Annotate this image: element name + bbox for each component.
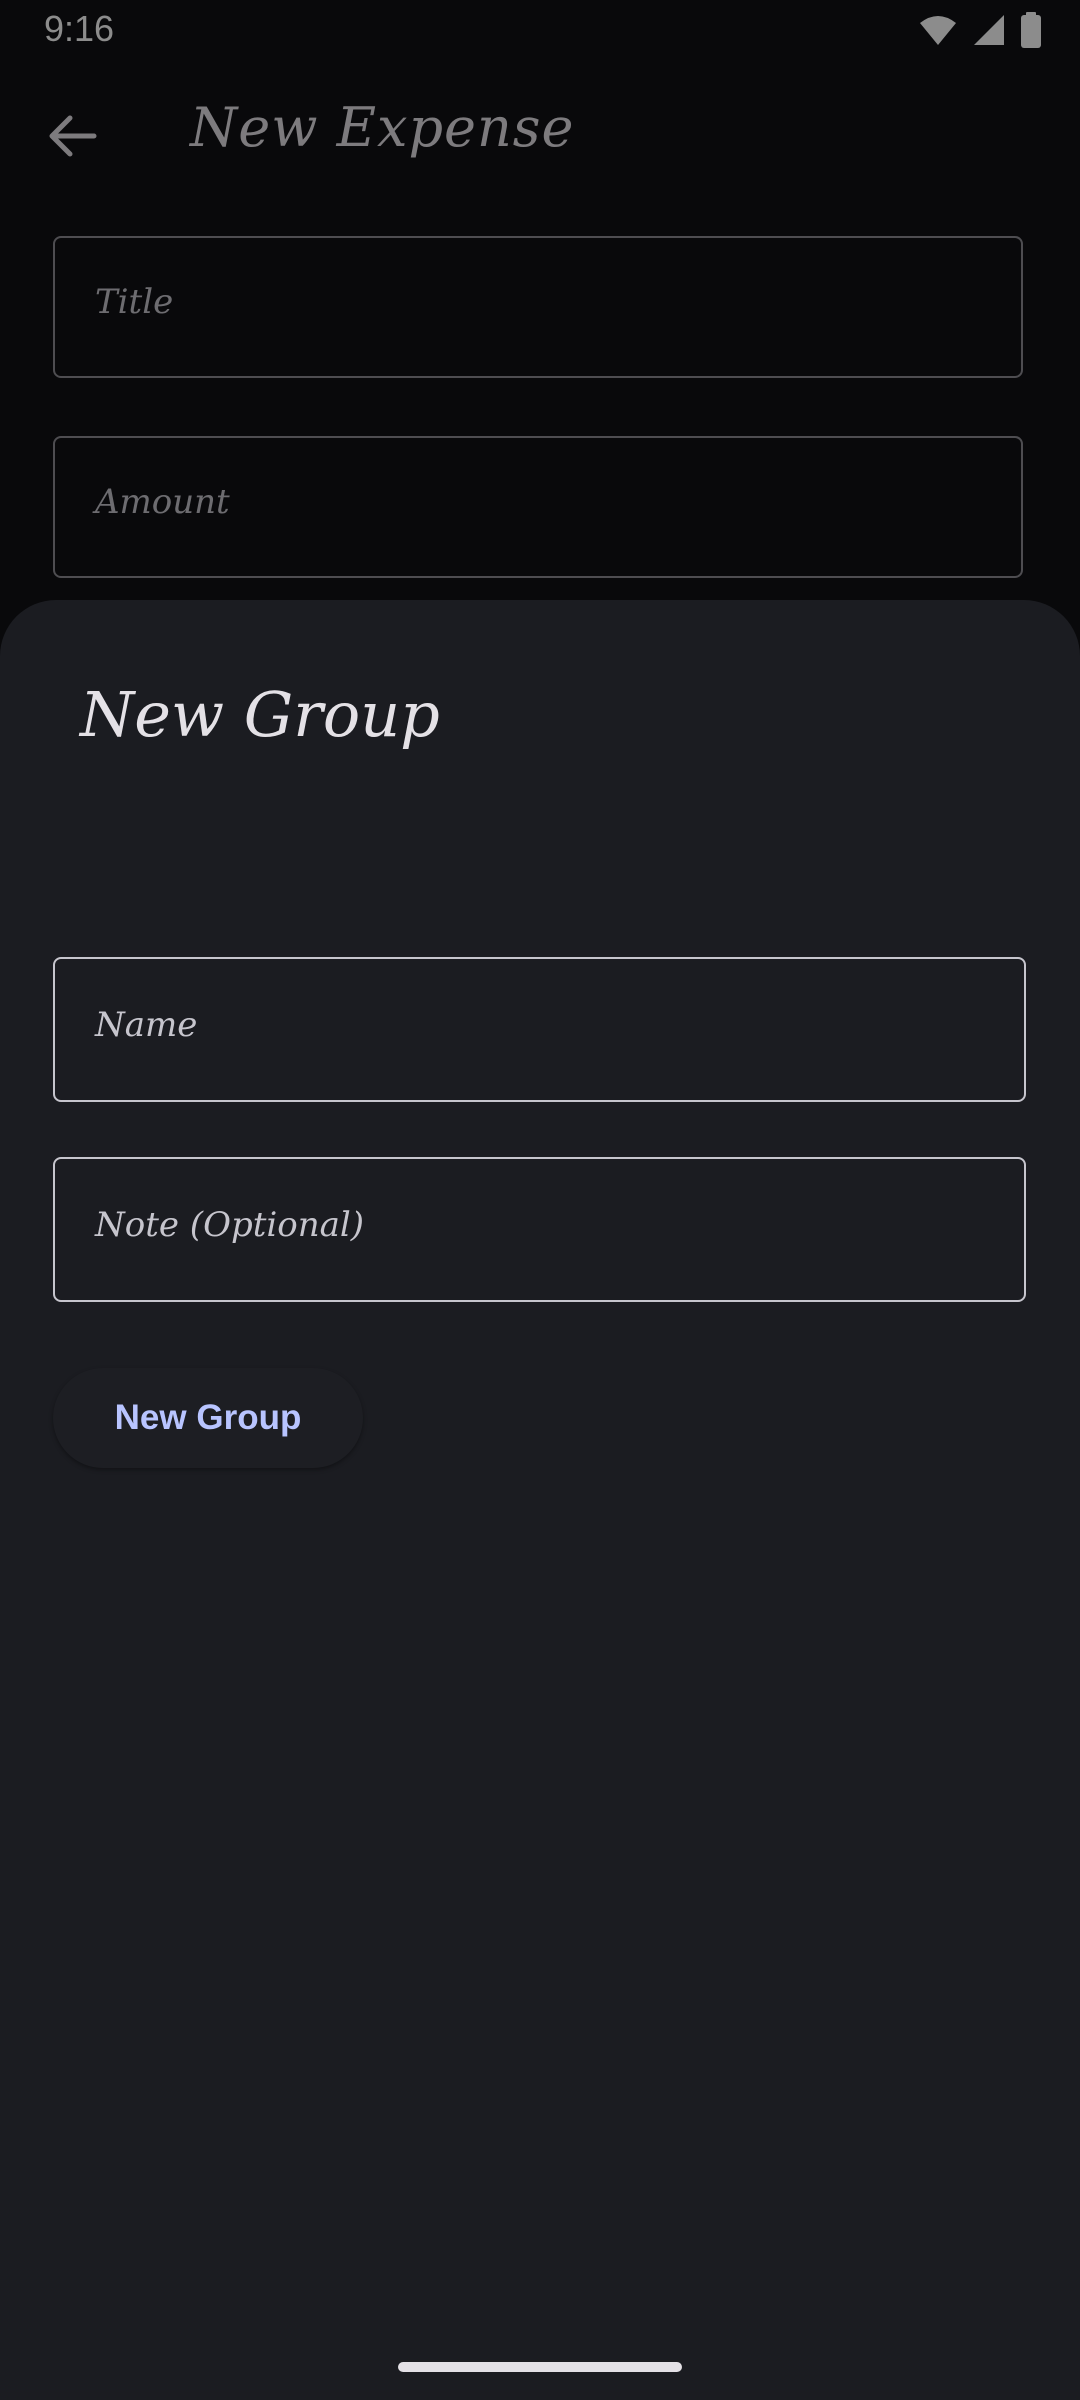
home-indicator[interactable] (398, 2362, 682, 2372)
note-field-placeholder: Note (Optional) (95, 1205, 365, 1245)
note-field[interactable]: Note (Optional) (53, 1157, 1026, 1302)
sheet-title: New Group (80, 678, 440, 751)
name-field[interactable]: Name (53, 957, 1026, 1102)
name-field-placeholder: Name (95, 1005, 198, 1045)
new-group-sheet: New Group Name Note (Optional) New Group (0, 600, 1080, 2400)
new-group-button[interactable]: New Group (53, 1368, 363, 1468)
